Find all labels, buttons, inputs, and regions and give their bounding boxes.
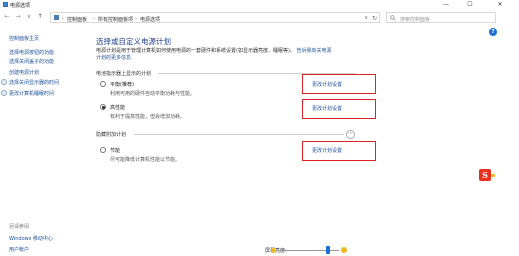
- breadcrumb-separator: ›: [93, 15, 95, 22]
- plan-power-saver-name[interactable]: 节能: [110, 147, 120, 154]
- power-options-icon: [3, 2, 8, 7]
- breadcrumb-separator: ›: [135, 15, 137, 22]
- maximize-button[interactable]: ☐: [461, 0, 479, 9]
- collapse-chevron-icon[interactable]: ⌃: [346, 130, 355, 139]
- plan-balanced-desc: 利用可用的硬件自动平衡功耗与性能。: [110, 91, 196, 97]
- close-button[interactable]: ✕: [491, 0, 509, 9]
- plan-high-performance-settings-link[interactable]: 更改计划设置: [312, 105, 342, 112]
- forward-button[interactable]: →: [14, 13, 22, 21]
- help-icon[interactable]: ?: [489, 28, 497, 36]
- brand-logo-letter: S: [479, 169, 491, 181]
- refresh-icon[interactable]: ↻: [372, 15, 377, 22]
- power-icon: [1, 79, 7, 85]
- plan-balanced-name[interactable]: 平衡(推荐): [110, 81, 134, 88]
- brightness-high-icon: [341, 247, 347, 253]
- plan-high-performance-desc: 有利于提高性能，但会增加功耗。: [110, 114, 186, 120]
- plan-power-saver-settings-link[interactable]: 更改计划设置: [312, 147, 342, 154]
- power-icon: [1, 90, 7, 96]
- plan-high-performance-name[interactable]: 高性能: [110, 104, 125, 111]
- plan-balanced-radio[interactable]: [100, 81, 106, 87]
- address-bar: ← → ∨ ↑ › 控制面板 › 所有控制面板项 › 电源选项 ∨ ↻ 搜索控制…: [0, 11, 519, 24]
- search-input[interactable]: 搜索控制面板: [386, 12, 496, 23]
- sidebar-item-home[interactable]: 控制面板主页: [9, 35, 39, 42]
- title-bar: 电源选项 — ☐ ✕: [0, 0, 519, 9]
- minimize-button[interactable]: —: [437, 0, 455, 9]
- plan-high-performance-radio[interactable]: [100, 104, 106, 110]
- plan-power-saver-desc: 尽可能降低计算机性能以节能。: [110, 157, 181, 163]
- window-title: 电源选项: [10, 2, 31, 9]
- sidebar-item-lid[interactable]: 选择关闭盖子的功能: [9, 58, 54, 65]
- breadcrumb-all-items[interactable]: 所有控制面板项: [98, 16, 133, 23]
- sidebar-item-sleep[interactable]: 更改计算机睡眠时间: [9, 90, 54, 97]
- recent-dropdown-icon[interactable]: ∨: [25, 13, 33, 21]
- group-hidden-label: 隐藏附加计划: [96, 132, 127, 138]
- see-also-mobility-center[interactable]: Windows 移动中心: [9, 235, 53, 242]
- search-placeholder: 搜索控制面板: [400, 16, 431, 23]
- brightness-low-icon: [271, 248, 276, 253]
- breadcrumb-power-options[interactable]: 电源选项: [140, 16, 160, 23]
- sidebar-item-display-off[interactable]: 选择关闭显示器的时间: [9, 79, 59, 86]
- address-field[interactable]: › 控制面板 › 所有控制面板项 › 电源选项 ∨ ↻: [50, 12, 380, 23]
- breadcrumb-separator: ›: [62, 15, 64, 22]
- page-description: 电源计划是用于管理计算机如何使用电源的一套硬件和系统设置(如显示器亮度、睡眠等)…: [96, 48, 336, 62]
- see-also-user-accounts[interactable]: 用户帐户: [9, 246, 29, 253]
- sidebar: 控制面板主页 选择电源按钮的功能 选择关闭盖子的功能 创建电源计划 选择关闭显示…: [0, 24, 85, 256]
- plan-power-saver-radio[interactable]: [100, 147, 106, 153]
- search-icon: [390, 15, 396, 21]
- brightness-slider-thumb[interactable]: [326, 246, 331, 254]
- plan-balanced-settings-link[interactable]: 更改计划设置: [312, 81, 342, 88]
- description-text: 电源计划是用于管理计算机如何使用电源的一套硬件和系统设置(如显示器亮度、睡眠等)…: [96, 48, 295, 54]
- brand-logo: S: [479, 169, 495, 181]
- group-divider: [134, 134, 344, 135]
- sidebar-item-power-button[interactable]: 选择电源按钮的功能: [9, 49, 54, 56]
- brand-logo-accent: [491, 174, 495, 177]
- address-dropdown-icon[interactable]: ∨: [364, 15, 368, 21]
- breadcrumb-control-panel[interactable]: 控制面板: [67, 16, 87, 23]
- sidebar-item-create-plan[interactable]: 创建电源计划: [9, 69, 39, 76]
- control-panel-icon: [54, 15, 59, 20]
- back-button[interactable]: ←: [3, 13, 11, 21]
- page-title: 选择或自定义电源计划: [96, 37, 171, 46]
- group-shown-label: 电池指示器上显示的计划: [96, 71, 152, 77]
- see-also-heading: 另请参阅: [9, 224, 30, 230]
- up-button[interactable]: ↑: [36, 13, 44, 21]
